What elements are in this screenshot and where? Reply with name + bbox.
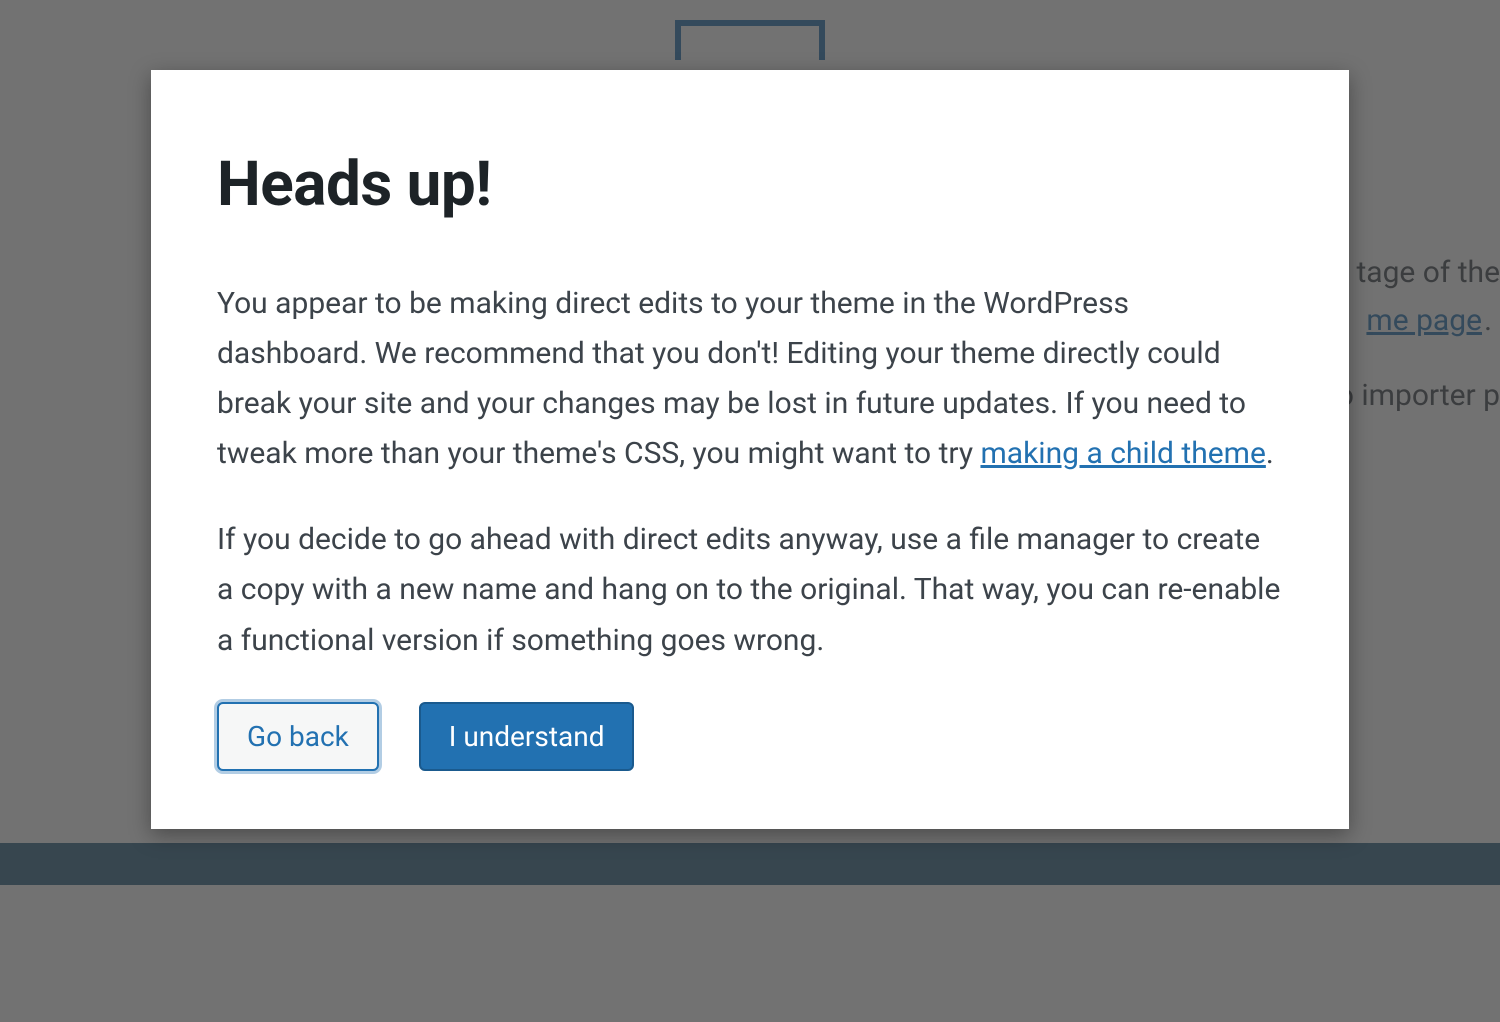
modal-paragraph-1-text-post: . <box>1266 436 1274 471</box>
modal-overlay: Heads up! You appear to be making direct… <box>0 0 1500 1022</box>
i-understand-button[interactable]: I understand <box>419 702 635 772</box>
modal-paragraph-2: If you decide to go ahead with direct ed… <box>217 515 1283 665</box>
warning-modal: Heads up! You appear to be making direct… <box>151 70 1349 829</box>
modal-title: Heads up! <box>217 148 1283 221</box>
modal-button-row: Go back I understand <box>217 702 1283 772</box>
modal-paragraph-1: You appear to be making direct edits to … <box>217 279 1283 479</box>
child-theme-link[interactable]: making a child theme <box>980 436 1265 471</box>
go-back-button[interactable]: Go back <box>217 702 379 772</box>
